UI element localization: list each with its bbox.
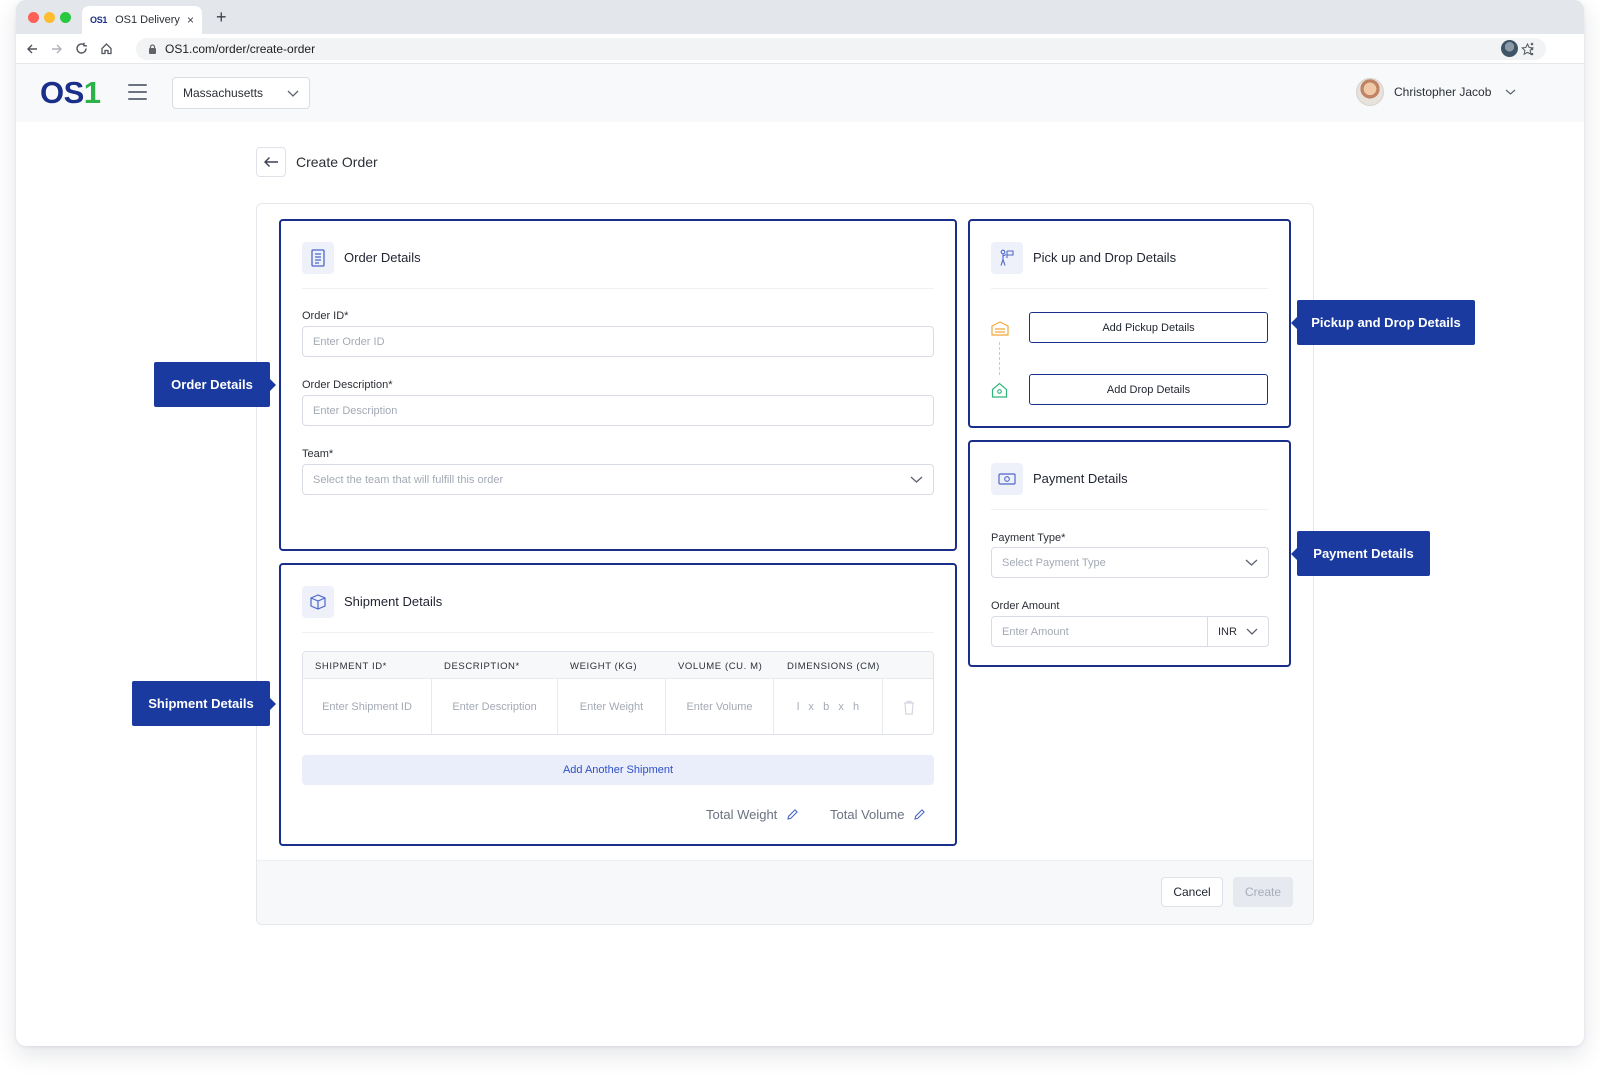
section-title: Pick up and Drop Details: [1033, 250, 1177, 265]
pickup-drop-section: Pick up and Drop Details Add Pickup Deta…: [968, 219, 1291, 428]
callout-payment-details: Payment Details: [1291, 531, 1430, 576]
shipment-details-section: Shipment Details SHIPMENT ID* DESCRIPTIO…: [279, 563, 957, 846]
tab-close-icon[interactable]: ×: [187, 13, 194, 27]
tab-title: OS1 Delivery: [115, 14, 180, 26]
browser-toolbar: OS1.com/order/create-order: [16, 34, 1584, 64]
browser-tab[interactable]: OS1 OS1 Delivery ×: [82, 6, 202, 34]
chevron-down-icon: [1245, 559, 1258, 566]
package-icon: [302, 585, 334, 618]
pencil-icon[interactable]: [786, 808, 799, 821]
add-another-shipment-button[interactable]: Add Another Shipment: [302, 755, 934, 785]
address-bar[interactable]: OS1.com/order/create-order: [136, 38, 1546, 60]
receipt-icon: [302, 241, 334, 274]
payment-details-header: Payment Details: [991, 462, 1268, 510]
app-header: OS1 Massachusetts Christopher Jacob: [16, 64, 1584, 122]
column-header: WEIGHT (KG): [570, 661, 638, 672]
column-header: DIMENSIONS (CM): [787, 661, 880, 672]
column-header: SHIPMENT ID*: [315, 661, 387, 672]
user-menu[interactable]: Christopher Jacob: [1356, 78, 1516, 106]
region-value: Massachusetts: [183, 86, 264, 100]
back-button[interactable]: [256, 147, 286, 177]
order-description-label: Order Description*: [302, 379, 393, 391]
page-header: Create Order: [256, 147, 378, 177]
table-header: SHIPMENT ID* DESCRIPTION* WEIGHT (KG) VO…: [303, 652, 933, 679]
browser-window: OS1 OS1 Delivery × + OS1.com/order/creat…: [16, 0, 1584, 1046]
chevron-down-icon: [1505, 89, 1516, 95]
house-icon: [991, 382, 1008, 398]
column-header: VOLUME (CU. M): [678, 661, 763, 672]
order-description-input[interactable]: Enter Description: [302, 395, 934, 426]
avatar: [1356, 78, 1384, 106]
chevron-down-icon: [910, 476, 923, 483]
total-weight[interactable]: Total Weight: [706, 807, 799, 822]
add-drop-details-button[interactable]: Add Drop Details: [1029, 374, 1268, 405]
user-name: Christopher Jacob: [1394, 85, 1492, 99]
shipment-details-header: Shipment Details: [302, 585, 934, 633]
callout-shipment-details: Shipment Details: [132, 681, 276, 726]
order-details-header: Order Details: [302, 241, 934, 289]
browser-menu-icon[interactable]: [1530, 42, 1534, 56]
cancel-button[interactable]: Cancel: [1161, 877, 1223, 907]
form-footer: Cancel Create: [257, 860, 1313, 924]
trash-icon: [904, 700, 914, 715]
os1-logo[interactable]: OS1: [40, 75, 101, 111]
delete-row-button[interactable]: [883, 679, 933, 734]
new-tab-button[interactable]: +: [216, 7, 227, 28]
team-select[interactable]: Select the team that will fulfill this o…: [302, 464, 934, 495]
currency-select[interactable]: INR: [1207, 616, 1269, 647]
chevron-down-icon: [287, 90, 299, 97]
page-title: Create Order: [296, 154, 378, 170]
total-weight-label: Total Weight: [706, 807, 778, 822]
pencil-icon[interactable]: [913, 808, 926, 821]
shipment-description-cell-input[interactable]: Enter Description: [432, 679, 558, 734]
order-amount-input[interactable]: Enter Amount: [991, 616, 1208, 647]
payment-type-label: Payment Type*: [991, 532, 1066, 544]
lock-icon: [149, 44, 156, 54]
create-button[interactable]: Create: [1233, 877, 1293, 907]
total-volume-label: Total Volume: [830, 807, 905, 822]
maximize-window-button[interactable]: [60, 12, 71, 23]
pickup-drop-header: Pick up and Drop Details: [991, 241, 1268, 289]
order-details-section: Order Details Order ID* Enter Order ID O…: [279, 219, 957, 551]
person-flag-icon: [991, 241, 1023, 274]
shipment-table: SHIPMENT ID* DESCRIPTION* WEIGHT (KG) VO…: [302, 651, 934, 735]
browser-tab-bar: OS1 OS1 Delivery × +: [16, 0, 1584, 34]
payment-details-section: Payment Details Payment Type* Select Pay…: [968, 440, 1291, 667]
shipment-dimensions-cell-input[interactable]: l x b x h: [774, 679, 883, 734]
minimize-window-button[interactable]: [44, 12, 55, 23]
order-id-label: Order ID*: [302, 310, 349, 322]
tab-favicon: OS1: [90, 15, 108, 25]
reload-icon[interactable]: [75, 42, 88, 55]
cash-icon: [991, 462, 1023, 495]
back-arrow-icon: [264, 157, 278, 167]
order-id-input[interactable]: Enter Order ID: [302, 326, 934, 357]
shipment-weight-cell-input[interactable]: Enter Weight: [558, 679, 666, 734]
order-amount-label: Order Amount: [991, 600, 1060, 612]
create-order-card: Order Details Order ID* Enter Order ID O…: [256, 203, 1314, 925]
total-volume[interactable]: Total Volume: [830, 807, 926, 822]
currency-value: INR: [1218, 625, 1237, 638]
warehouse-icon: [991, 321, 1009, 336]
hamburger-menu-icon[interactable]: [128, 84, 147, 105]
shipment-id-cell-input[interactable]: Enter Shipment ID: [303, 679, 432, 734]
column-header: DESCRIPTION*: [444, 661, 520, 672]
add-pickup-details-button[interactable]: Add Pickup Details: [1029, 312, 1268, 343]
close-window-button[interactable]: [28, 12, 39, 23]
callout-order-details: Order Details: [154, 362, 276, 407]
callout-pickup-drop: Pickup and Drop Details: [1291, 300, 1475, 345]
section-title: Shipment Details: [344, 594, 443, 609]
region-select[interactable]: Massachusetts: [172, 77, 310, 109]
route-connector: [999, 342, 1000, 375]
team-label: Team*: [302, 448, 334, 460]
payment-type-select[interactable]: Select Payment Type: [991, 547, 1269, 578]
back-arrow-icon[interactable]: [26, 43, 38, 55]
forward-arrow-icon[interactable]: [51, 43, 63, 55]
chevron-down-icon: [1246, 628, 1258, 635]
home-icon[interactable]: [100, 42, 113, 55]
section-title: Payment Details: [1033, 471, 1128, 486]
section-title: Order Details: [344, 250, 421, 265]
url-text: OS1.com/order/create-order: [165, 42, 316, 56]
shipment-volume-cell-input[interactable]: Enter Volume: [666, 679, 774, 734]
browser-profile-icon[interactable]: [1501, 40, 1518, 57]
